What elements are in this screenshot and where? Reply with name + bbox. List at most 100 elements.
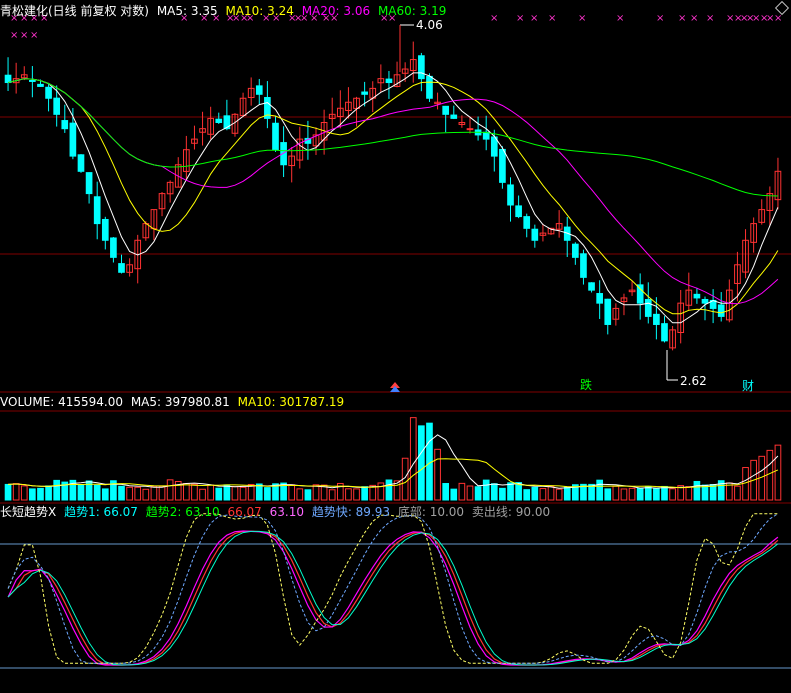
volume-bar	[604, 488, 612, 501]
volume-bar	[264, 487, 271, 501]
volume-bar	[490, 483, 498, 501]
candle-body	[4, 74, 12, 84]
volume-bar	[29, 488, 36, 501]
volume-bar	[12, 483, 20, 501]
trend2-label: 趋势2: 63.10	[145, 505, 220, 519]
signal-x-marker: ×	[578, 13, 586, 24]
volume-bar	[191, 483, 198, 501]
candle-body	[450, 114, 458, 119]
volume-bar	[361, 486, 368, 501]
volume-bar	[288, 484, 296, 501]
candle-body	[515, 205, 522, 218]
volume-bar	[150, 485, 158, 501]
volume-bar	[385, 479, 393, 501]
signal-x-marker: ×	[706, 13, 714, 24]
volume-bar	[701, 484, 709, 501]
candle-body	[604, 298, 612, 325]
volume-bar	[142, 488, 150, 501]
signal-x-marker: ×	[616, 13, 624, 24]
signal-x-marker: ×	[490, 13, 498, 24]
volume-bar	[507, 482, 514, 501]
candle-body	[37, 83, 44, 87]
candle-body	[69, 122, 77, 157]
volume-bar	[661, 485, 668, 501]
value2-label: 63.10	[269, 505, 304, 519]
ma5-label: MA5: 3.35	[156, 4, 218, 18]
candle-body	[580, 253, 587, 278]
candle-body	[661, 323, 668, 342]
volume-bar	[434, 448, 441, 501]
signal-x-marker: ×	[690, 13, 698, 24]
volume-bar	[231, 486, 239, 501]
candle-body	[653, 313, 660, 325]
volume-bar	[474, 486, 482, 501]
volume-label: VOLUME: 415594.00	[0, 395, 123, 409]
volume-bar	[199, 488, 206, 501]
volume-bar	[636, 487, 644, 501]
volume-bar	[709, 484, 717, 501]
candle-body	[385, 78, 393, 84]
ma20-label: MA20: 3.06	[301, 4, 371, 18]
volume-bar	[45, 485, 52, 501]
vol-ma10-label: MA10: 301787.19	[237, 395, 345, 409]
volume-bar	[685, 486, 693, 501]
candle-body	[215, 118, 223, 123]
volume-bar	[296, 488, 304, 501]
indicator-name: 长短趋势X	[0, 505, 57, 519]
volume-bar	[93, 484, 101, 501]
candle-body	[426, 75, 433, 99]
volume-bar	[183, 483, 190, 501]
value1-label: 66.07	[227, 505, 262, 519]
candle-body	[466, 128, 474, 131]
candle-body	[418, 55, 425, 80]
volume-bar	[450, 488, 458, 501]
indicator-panel	[0, 513, 791, 669]
ma60-line	[7, 78, 778, 197]
candle-body	[29, 79, 36, 82]
volume-bar	[466, 485, 474, 501]
volume-bar	[53, 479, 61, 501]
sell-line-label: 卖出线: 90.00	[471, 505, 551, 519]
candle-body	[61, 120, 69, 130]
signal-die: 跌	[580, 378, 593, 392]
ma5-line	[7, 72, 779, 324]
candle-body	[110, 237, 117, 258]
signal-x-marker: ×	[530, 13, 538, 24]
candle-body	[531, 228, 539, 241]
volume-bar	[166, 479, 174, 501]
candle-body	[572, 243, 579, 258]
candle-body	[272, 122, 279, 151]
volume-bar	[409, 417, 417, 501]
signal-x-marker: ×	[10, 30, 18, 41]
candle-body	[93, 196, 101, 225]
trend-fast-line	[7, 513, 778, 664]
volume-bar	[4, 483, 12, 501]
vol-ma5-label: MA5: 397980.81	[130, 395, 230, 409]
signal-x-marker: ×	[516, 13, 524, 24]
trend-fast-label: 趋势快: 89.93	[311, 505, 391, 519]
volume-bar	[693, 480, 701, 501]
volume-bar	[620, 488, 628, 501]
candle-body	[101, 218, 109, 241]
volume-bar	[523, 489, 531, 501]
candle-body	[701, 298, 709, 304]
volume-bar	[766, 449, 774, 501]
candle-body	[636, 284, 644, 304]
volume-bar	[563, 486, 571, 501]
volume-bar	[442, 483, 450, 501]
signal-x-marker: ×	[30, 30, 38, 41]
volume-bar	[539, 488, 547, 501]
stock-title: 青松建化(日线 前复权 对数)	[0, 4, 149, 18]
volume-bar	[669, 488, 676, 501]
candle-body	[693, 293, 701, 299]
volume-bar	[531, 486, 539, 501]
volume-bar	[628, 487, 636, 501]
volume-bar	[312, 484, 320, 501]
volume-header: VOLUME: 415594.00 MA5: 397980.81 MA10: 3…	[0, 394, 348, 410]
high-price-label: 4.06	[416, 18, 443, 32]
volume-bar	[126, 486, 133, 501]
volume-bar	[37, 487, 44, 501]
candle-body	[85, 172, 93, 195]
trend-blue-line	[7, 513, 779, 664]
candle-body	[255, 85, 263, 95]
